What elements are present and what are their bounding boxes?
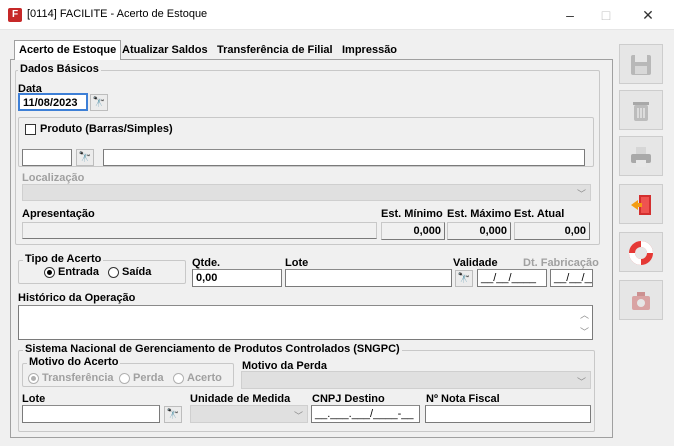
produto-descricao-input[interactable] bbox=[103, 149, 585, 166]
trash-icon bbox=[633, 102, 649, 121]
motivo-perda-select[interactable]: ﹀ bbox=[241, 371, 591, 389]
qtde-label: Qtde. bbox=[192, 257, 221, 269]
exit-door-icon bbox=[631, 195, 651, 215]
perda-label: Perda bbox=[133, 372, 164, 384]
localizacao-label: Localização bbox=[22, 172, 85, 184]
sngpc-title: Sistema Nacional de Gerenciamento de Pro… bbox=[23, 343, 402, 355]
validade-value: __/__/____ bbox=[481, 272, 537, 284]
chevron-down-icon: ﹀ bbox=[576, 377, 586, 387]
dt-fabricacao-value: __/__/____ bbox=[554, 272, 592, 284]
est-atual-value: 0,00 bbox=[564, 225, 586, 237]
lote-input[interactable] bbox=[285, 269, 452, 287]
produto-checkbox[interactable] bbox=[25, 124, 36, 135]
est-atual-field: 0,00 bbox=[514, 222, 590, 240]
transferencia-label: Transferência bbox=[42, 372, 114, 384]
dt-fabricacao-input[interactable]: __/__/____ bbox=[550, 269, 593, 287]
entrada-label: Entrada bbox=[58, 266, 99, 278]
dt-fabricacao-label: Dt. Fabricação bbox=[523, 257, 599, 269]
unidade-label: Unidade de Medida bbox=[190, 393, 291, 405]
unidade-select[interactable]: ﹀ bbox=[190, 405, 308, 423]
transferencia-radio[interactable] bbox=[28, 373, 39, 384]
produto-lookup-button[interactable]: 🔭 bbox=[76, 149, 94, 166]
qtde-value: 0,00 bbox=[196, 272, 218, 284]
title-bar: F [0114] FACILITE - Acerto de Estoque – … bbox=[0, 0, 674, 30]
maximize-button[interactable]: □ bbox=[586, 0, 626, 30]
est-maximo-label: Est. Máximo bbox=[447, 208, 512, 220]
data-input[interactable]: 11/08/2023 bbox=[18, 93, 88, 111]
tools-button[interactable] bbox=[619, 280, 663, 320]
tab-transferencia-filial[interactable]: Transferência de Filial bbox=[213, 41, 337, 60]
sngpc-lote-lookup-button[interactable]: 🔭 bbox=[164, 406, 182, 423]
save-icon bbox=[631, 55, 651, 75]
delete-button[interactable] bbox=[619, 90, 663, 130]
sngpc-lote-label: Lote bbox=[22, 393, 46, 405]
tab-atualizar-saldos[interactable]: Atualizar Saldos bbox=[118, 41, 212, 60]
status-bar bbox=[0, 440, 674, 446]
window-title: [0114] FACILITE - Acerto de Estoque bbox=[27, 8, 208, 20]
est-atual-label: Est. Atual bbox=[514, 208, 565, 220]
lote-lookup-button[interactable]: 🔭 bbox=[455, 270, 473, 287]
chevron-down-icon: ﹀ bbox=[576, 189, 586, 199]
calendar-button[interactable]: 🔭 bbox=[90, 94, 108, 111]
tab-acerto-estoque[interactable]: Acerto de Estoque bbox=[14, 40, 122, 60]
printer-icon bbox=[631, 147, 651, 167]
localizacao-select[interactable]: ﹀ bbox=[22, 184, 591, 201]
produto-codigo-input[interactable] bbox=[22, 149, 72, 166]
apresentacao-label: Apresentação bbox=[22, 208, 95, 220]
tab-impressao[interactable]: Impressão bbox=[338, 41, 401, 60]
validade-input[interactable]: __/__/____ bbox=[477, 269, 547, 287]
chevron-down-icon: ﹀ bbox=[293, 411, 303, 421]
validade-label: Validade bbox=[453, 257, 498, 269]
nota-fiscal-label: Nº Nota Fiscal bbox=[426, 393, 500, 405]
cnpj-value: __.___.___/____-__ bbox=[315, 408, 414, 420]
saida-label: Saída bbox=[122, 266, 152, 278]
cnpj-input[interactable]: __.___.___/____-__ bbox=[311, 405, 420, 423]
entrada-radio[interactable] bbox=[44, 267, 55, 278]
est-maximo-value: 0,000 bbox=[479, 225, 507, 237]
search-binoculars-icon: 🔭 bbox=[92, 97, 106, 108]
apresentacao-input bbox=[22, 222, 377, 239]
est-maximo-field: 0,000 bbox=[447, 222, 511, 240]
sngpc-lote-input[interactable] bbox=[22, 405, 160, 423]
perda-radio[interactable] bbox=[119, 373, 130, 384]
search-binoculars-icon: 🔭 bbox=[78, 152, 92, 163]
dados-basicos-title: Dados Básicos bbox=[18, 63, 101, 75]
minimize-button[interactable]: – bbox=[550, 0, 590, 30]
historico-textarea[interactable]: ︿ ﹀ bbox=[18, 305, 593, 340]
historico-label: Histórico da Operação bbox=[18, 292, 136, 304]
close-button[interactable]: ✕ bbox=[628, 0, 668, 30]
lifebuoy-icon bbox=[629, 241, 653, 265]
data-value: 11/08/2023 bbox=[23, 97, 78, 109]
cnpj-label: CNPJ Destino bbox=[312, 393, 385, 405]
tipo-acerto-title: Tipo de Acerto bbox=[23, 253, 104, 265]
scroll-down-icon[interactable]: ﹀ bbox=[580, 325, 589, 338]
lote-label: Lote bbox=[285, 257, 309, 269]
save-button[interactable] bbox=[619, 44, 663, 84]
acerto-label: Acerto bbox=[187, 372, 222, 384]
search-binoculars-icon: 🔭 bbox=[457, 273, 471, 284]
tools-icon bbox=[632, 292, 650, 310]
est-minimo-label: Est. Mínimo bbox=[381, 208, 443, 220]
acerto-radio[interactable] bbox=[173, 373, 184, 384]
saida-radio[interactable] bbox=[108, 267, 119, 278]
produto-label: Produto (Barras/Simples) bbox=[40, 123, 173, 135]
exit-button[interactable] bbox=[619, 184, 663, 224]
scroll-up-icon[interactable]: ︿ bbox=[580, 308, 589, 321]
motivo-acerto-title: Motivo do Acerto bbox=[27, 356, 121, 368]
app-icon: F bbox=[8, 8, 22, 22]
help-button[interactable] bbox=[619, 232, 663, 272]
est-minimo-value: 0,000 bbox=[413, 225, 441, 237]
print-button[interactable] bbox=[619, 136, 663, 176]
search-binoculars-icon: 🔭 bbox=[166, 409, 180, 420]
est-minimo-field: 0,000 bbox=[381, 222, 445, 240]
qtde-input[interactable]: 0,00 bbox=[192, 269, 282, 287]
nota-fiscal-input[interactable] bbox=[425, 405, 591, 423]
